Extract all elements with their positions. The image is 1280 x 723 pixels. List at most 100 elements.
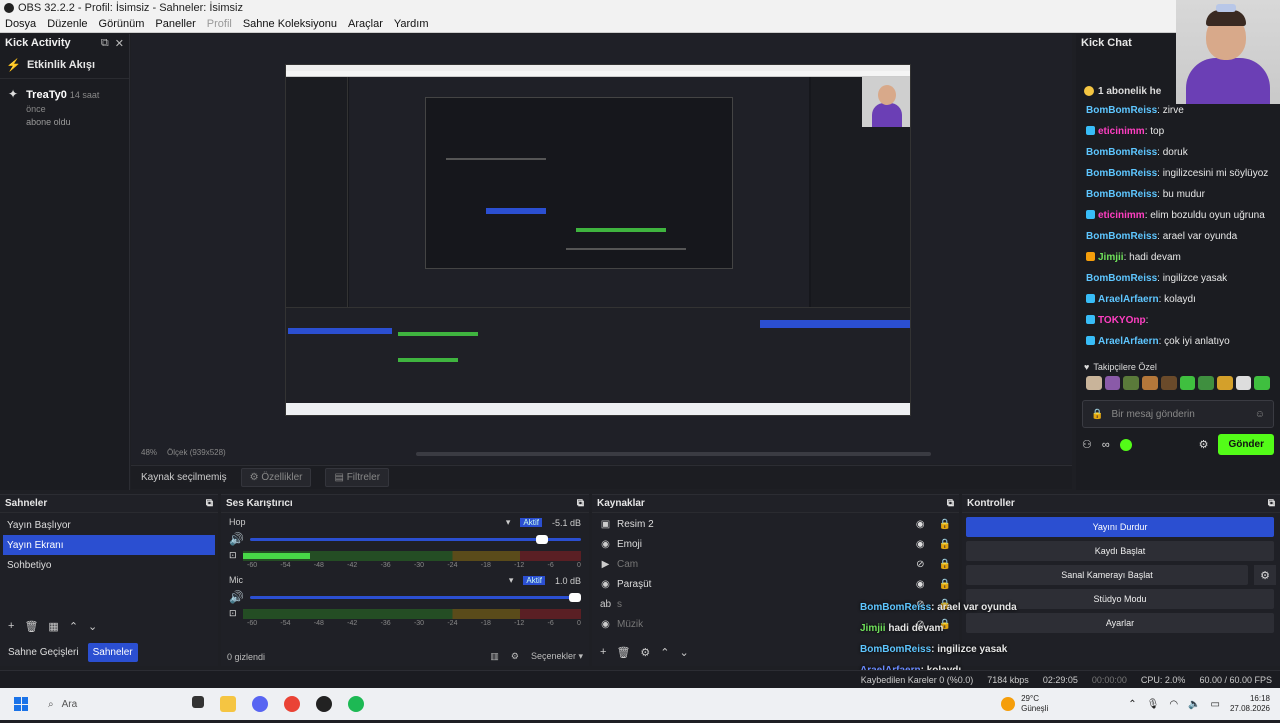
chat-username[interactable]: eticinimm (1098, 210, 1145, 221)
emote-icon[interactable] (1254, 376, 1271, 390)
send-button[interactable]: Gönder (1218, 434, 1274, 455)
emote-icon[interactable] (1142, 376, 1158, 390)
remove-source-icon[interactable]: 🗑 (616, 646, 630, 659)
volume-icon[interactable]: 🔈 (1188, 699, 1200, 710)
infinity-icon[interactable]: ∞ (1102, 439, 1110, 451)
chat-username[interactable]: BomBomReiss (1086, 273, 1157, 284)
source-item[interactable]: ◉ Paraşüt ◉ 🔒 (592, 574, 959, 594)
scene-item[interactable]: Sohbetiyo (0, 555, 218, 575)
chrome-icon[interactable] (284, 696, 300, 712)
spotify-icon[interactable] (348, 696, 364, 712)
emoji-icon[interactable]: ☺ (1255, 409, 1265, 420)
chat-username[interactable]: BomBomReiss (1086, 168, 1157, 179)
speaker-icon[interactable]: 🔊 (229, 590, 244, 604)
eye-icon[interactable]: ◉ (916, 579, 925, 590)
kick-logo-icon[interactable] (1119, 438, 1132, 451)
emote-icon[interactable] (1179, 376, 1196, 390)
emote-icon[interactable] (1160, 376, 1177, 390)
scene-item-active[interactable]: Yayın Ekranı (3, 535, 215, 555)
source-item[interactable]: ◉ Emoji ◉ 🔒 (592, 534, 959, 554)
windows-start-icon[interactable] (14, 697, 28, 711)
channel-menu-icon[interactable]: ▾ (509, 575, 514, 586)
chat-username[interactable]: TOKYOnp (1098, 315, 1146, 326)
properties-button[interactable]: ⚙ Özellikler (240, 468, 312, 487)
layout-icon[interactable]: ▥ (490, 651, 499, 662)
volume-knob[interactable] (569, 592, 581, 602)
float-dock-icon[interactable]: ⧉ (947, 498, 954, 509)
eye-off-icon[interactable]: ⊘ (916, 559, 924, 570)
chat-username[interactable]: Jimjii (1098, 252, 1124, 263)
chat-username[interactable]: AraelArfaern (1098, 294, 1159, 305)
tab-scenes[interactable]: Sahneler (87, 643, 138, 662)
lock-icon[interactable]: 🔒 (939, 539, 951, 550)
start-recording-button[interactable]: Kaydı Başlat (966, 541, 1274, 561)
channel-menu-icon[interactable]: ▾ (506, 517, 511, 528)
emote-icon[interactable] (1235, 376, 1252, 390)
menu-yardim[interactable]: Yardım (394, 18, 429, 30)
lock-icon[interactable]: 🔒 (939, 519, 951, 530)
menu-dosya[interactable]: Dosya (5, 18, 36, 30)
preview-area[interactable]: 48% Ölçek (939x528) (131, 34, 1072, 464)
add-scene-icon[interactable]: + (8, 620, 14, 632)
chat-username[interactable]: AraelArfaern (1098, 336, 1159, 347)
lock-icon[interactable]: 🔒 (939, 579, 951, 590)
menu-profil[interactable]: Profil (207, 18, 232, 30)
float-dock-icon[interactable]: ⧉ (577, 498, 584, 509)
clock[interactable]: 16:18 27.08.2026 (1230, 694, 1270, 714)
battery-icon[interactable]: ▭ (1211, 699, 1220, 710)
volume-slider[interactable] (249, 592, 581, 602)
scene-filters-icon[interactable]: ▦ (48, 620, 58, 633)
task-view-icon[interactable] (192, 696, 204, 708)
obs-app-icon[interactable] (316, 696, 332, 712)
chat-username[interactable]: eticinimm (1098, 126, 1145, 137)
monitor-icon[interactable]: ⊡ (229, 550, 237, 561)
source-item[interactable]: ▣ Resim 2 ◉ 🔒 (592, 514, 959, 534)
chat-username[interactable]: BomBomReiss (1086, 189, 1157, 200)
filters-button[interactable]: ▤ Filtreler (325, 468, 390, 487)
menu-duzenle[interactable]: Düzenle (47, 18, 87, 30)
lock-icon[interactable]: 🔒 (939, 559, 951, 570)
speaker-icon[interactable]: 🔊 (229, 532, 244, 546)
move-up-icon[interactable]: ⌃ (660, 646, 669, 659)
tab-scene-transitions[interactable]: Sahne Geçişleri (3, 643, 84, 662)
emote-icon[interactable] (1104, 376, 1121, 390)
emote-icon[interactable] (1216, 376, 1233, 390)
chat-settings-icon[interactable]: ⚙ (1199, 438, 1209, 451)
file-explorer-icon[interactable] (220, 696, 236, 712)
volume-knob[interactable] (535, 534, 548, 544)
float-dock-icon[interactable]: ⧉ (101, 37, 109, 50)
chat-username[interactable]: BomBomReiss (1086, 147, 1157, 158)
stop-streaming-button[interactable]: Yayını Durdur (966, 517, 1274, 537)
start-virtual-camera-button[interactable]: Sanal Kamerayı Başlat (966, 565, 1248, 585)
volume-slider[interactable] (249, 534, 581, 544)
advanced-audio-icon[interactable]: ⚙ (511, 651, 519, 662)
close-dock-icon[interactable]: ✕ (115, 37, 124, 50)
options-dropdown[interactable]: Seçenekler ▾ (531, 651, 583, 662)
wifi-icon[interactable]: ◠ (1169, 699, 1178, 710)
float-dock-icon[interactable]: ⧉ (206, 498, 213, 509)
users-icon[interactable]: ⚇ (1082, 438, 1092, 451)
preview-scrollbar[interactable] (416, 452, 931, 456)
move-down-icon[interactable]: ⌄ (680, 646, 689, 659)
taskbar-search[interactable]: ⌕ Ara (42, 692, 182, 716)
emote-icon[interactable] (1086, 376, 1102, 390)
add-source-icon[interactable]: + (600, 646, 606, 658)
weather-widget[interactable]: 29°C Güneşli (1001, 694, 1048, 714)
microphone-icon[interactable]: 🎙 (1147, 699, 1160, 710)
chat-username[interactable]: BomBomReiss (1086, 231, 1157, 242)
chat-username[interactable]: BomBomReiss (1086, 105, 1157, 116)
move-down-icon[interactable]: ⌄ (88, 620, 97, 633)
menu-sahne-koleksiyonu[interactable]: Sahne Koleksiyonu (243, 18, 337, 30)
menu-gorunum[interactable]: Görünüm (99, 18, 145, 30)
scene-item[interactable]: Yayın Başlıyor (0, 515, 218, 535)
menu-araclar[interactable]: Araçlar (348, 18, 383, 30)
menu-paneller[interactable]: Paneller (155, 18, 195, 30)
chevron-up-icon[interactable]: ⌃ (1128, 699, 1136, 710)
discord-icon[interactable] (252, 696, 268, 712)
monitor-icon[interactable]: ⊡ (229, 608, 237, 619)
emote-icon[interactable] (1123, 376, 1140, 390)
preview-canvas[interactable] (285, 64, 911, 416)
float-dock-icon[interactable]: ⧉ (1268, 498, 1275, 509)
remove-scene-icon[interactable]: 🗑 (24, 620, 38, 633)
source-item[interactable]: ▶ Cam ⊘ 🔒 (592, 554, 959, 574)
